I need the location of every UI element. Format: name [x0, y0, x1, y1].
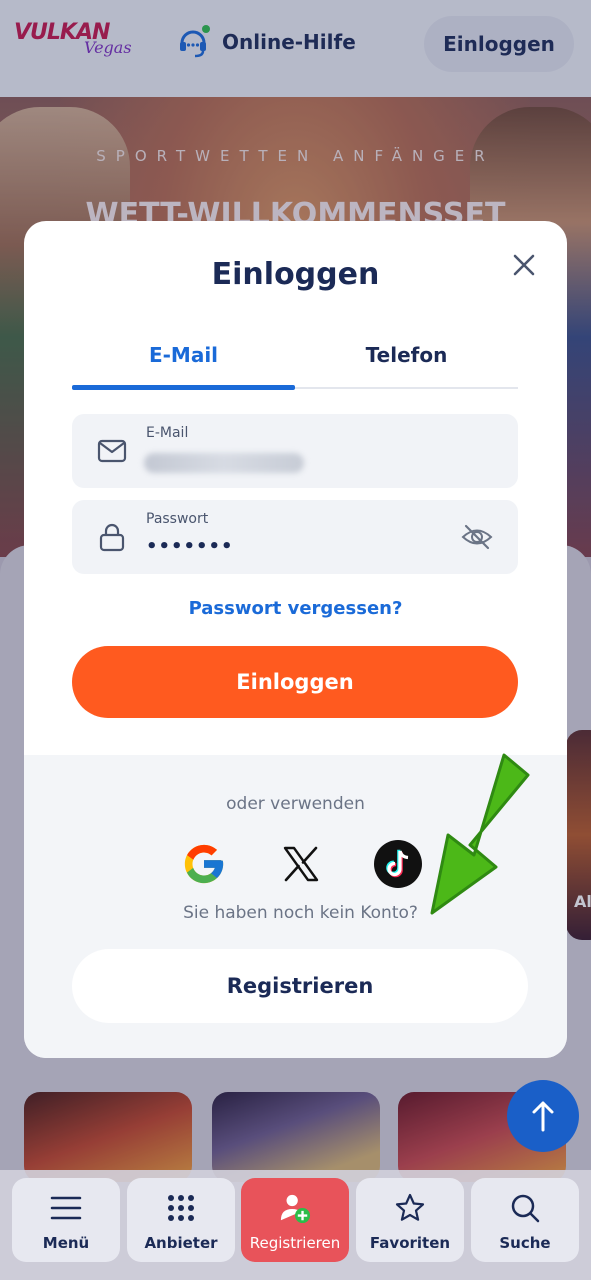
- password-value: •••••••: [146, 536, 234, 557]
- x-icon: [283, 846, 319, 882]
- arrow-up-icon: [532, 1101, 554, 1132]
- password-field[interactable]: Passwort •••••••: [72, 500, 518, 574]
- nav-menu-label: Menü: [42, 1234, 90, 1252]
- login-modal: Einloggen E-Mail Telefon E-Mail Passwort…: [24, 221, 567, 1058]
- lock-icon: [96, 522, 128, 552]
- email-field[interactable]: E-Mail: [72, 414, 518, 488]
- nav-register-label: Registrieren: [249, 1234, 341, 1252]
- tab-phone[interactable]: Telefon: [295, 333, 518, 389]
- x-login-button[interactable]: [276, 839, 326, 889]
- add-user-icon: [279, 1192, 311, 1224]
- nav-favorites-label: Favoriten: [369, 1234, 451, 1252]
- bottom-navigation: Menü Anbieter Registrieren Favoriten Suc…: [0, 1170, 591, 1280]
- close-icon: [513, 254, 535, 276]
- close-button[interactable]: [510, 251, 538, 279]
- envelope-icon: [96, 436, 128, 466]
- forgot-password-link[interactable]: Passwort vergessen?: [24, 598, 567, 619]
- toggle-password-visibility-icon[interactable]: [460, 522, 494, 552]
- login-method-tabs: E-Mail Telefon: [72, 333, 518, 391]
- tab-email[interactable]: E-Mail: [72, 333, 295, 389]
- nav-menu[interactable]: Menü: [12, 1178, 120, 1262]
- scroll-to-top-button[interactable]: [507, 1080, 579, 1152]
- email-field-label: E-Mail: [146, 425, 189, 441]
- active-tab-indicator: [72, 385, 295, 390]
- nav-search-label: Suche: [499, 1234, 551, 1252]
- grid-icon: [165, 1192, 197, 1224]
- email-value-redacted: [144, 453, 304, 473]
- password-field-label: Passwort: [146, 511, 209, 527]
- nav-register[interactable]: Registrieren: [241, 1178, 349, 1262]
- modal-title: Einloggen: [211, 257, 380, 292]
- menu-icon: [50, 1192, 82, 1224]
- nav-favorites[interactable]: Favoriten: [356, 1178, 464, 1262]
- nav-providers-label: Anbieter: [144, 1234, 218, 1252]
- google-icon: [184, 844, 224, 884]
- login-button[interactable]: Einloggen: [72, 646, 518, 718]
- google-login-button[interactable]: [179, 839, 229, 889]
- green-pointer-arrow-icon: [430, 753, 530, 915]
- nav-search[interactable]: Suche: [471, 1178, 579, 1262]
- search-icon: [509, 1192, 541, 1224]
- register-button[interactable]: Registrieren: [72, 949, 528, 1023]
- star-icon: [394, 1192, 426, 1224]
- nav-providers[interactable]: Anbieter: [127, 1178, 235, 1262]
